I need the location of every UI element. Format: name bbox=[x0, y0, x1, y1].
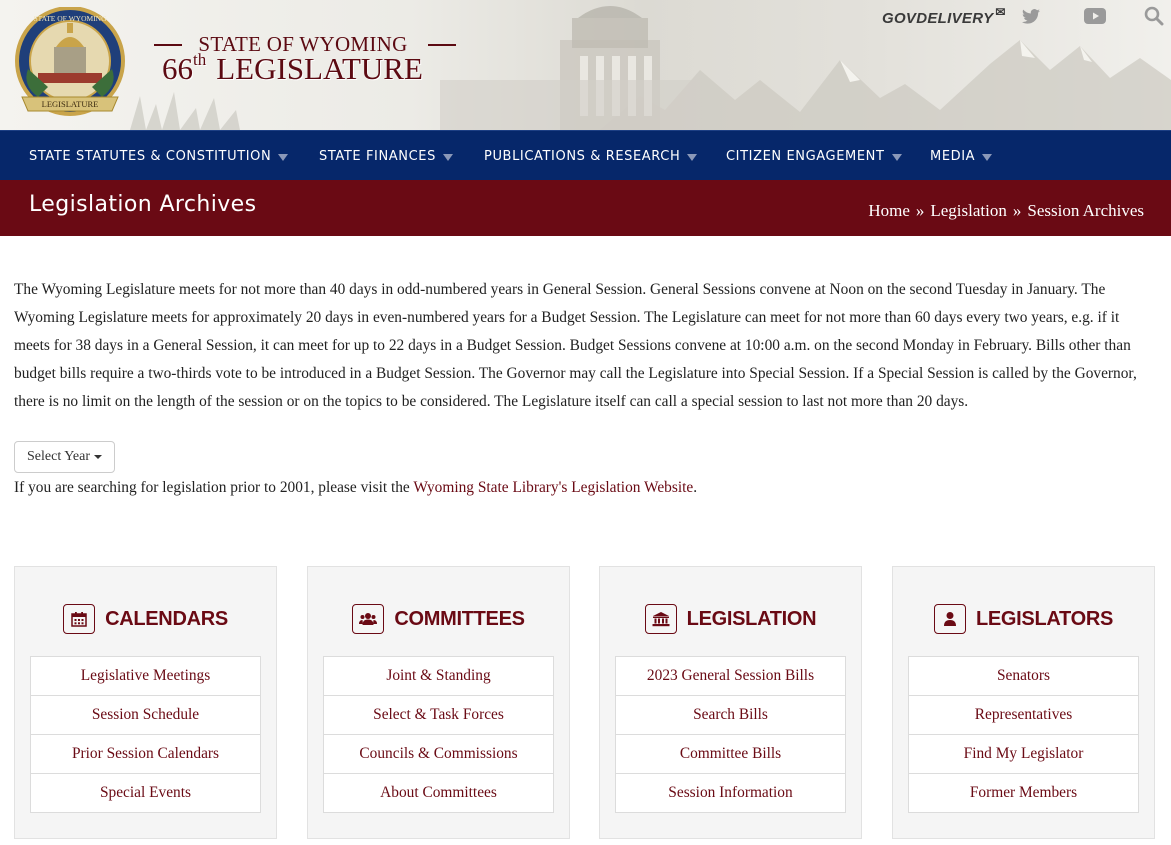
calendar-icon bbox=[63, 604, 96, 634]
capitol-building-icon bbox=[644, 604, 677, 634]
prior-note-text: If you are searching for legislation pri… bbox=[14, 479, 410, 496]
list-item[interactable]: Former Members bbox=[909, 773, 1138, 812]
nav-item-label: MEDIA bbox=[930, 148, 976, 164]
twitter-icon[interactable] bbox=[1018, 5, 1044, 27]
committees-card-header[interactable]: COMMITTEES bbox=[308, 603, 569, 635]
nav-item-label: STATE STATUTES & CONSTITUTION bbox=[29, 148, 272, 164]
nav-item-label: STATE FINANCES bbox=[319, 148, 436, 164]
main-navigation: STATE STATUTES & CONSTITUTION STATE FINA… bbox=[0, 130, 1171, 180]
svg-text:LEGISLATURE: LEGISLATURE bbox=[42, 99, 99, 109]
caret-down-icon bbox=[982, 153, 993, 161]
nav-item-citizen-engagement[interactable]: CITIZEN ENGAGEMENT bbox=[726, 131, 902, 181]
search-icon[interactable] bbox=[1141, 5, 1167, 27]
calendars-card: CALENDARS Legislative Meetings Session S… bbox=[14, 566, 277, 839]
card-title: LEGISLATION bbox=[686, 607, 817, 630]
legislators-card-header[interactable]: LEGISLATORS bbox=[893, 603, 1154, 635]
breadcrumb-separator: » bbox=[1012, 201, 1022, 220]
nav-item-statutes[interactable]: STATE STATUTES & CONSTITUTION bbox=[29, 131, 289, 181]
list-item[interactable]: About Committees bbox=[324, 773, 553, 812]
committees-card: COMMITTEES Joint & Standing Select & Tas… bbox=[307, 566, 570, 839]
govdelivery-label: GOVDELIVERY bbox=[882, 9, 994, 27]
list-item[interactable]: Senators bbox=[909, 657, 1138, 695]
nav-item-label: CITIZEN ENGAGEMENT bbox=[726, 148, 885, 164]
legislation-link-list: 2023 General Session Bills Search Bills … bbox=[615, 656, 846, 813]
calendars-link-list: Legislative Meetings Session Schedule Pr… bbox=[30, 656, 261, 813]
legislation-card: LEGISLATION 2023 General Session Bills S… bbox=[599, 566, 862, 839]
list-item[interactable]: Session Schedule bbox=[31, 695, 260, 734]
breadcrumb: Home » Legislation » Session Archives bbox=[868, 201, 1144, 221]
card-title: COMMITTEES bbox=[394, 607, 525, 630]
nav-item-label: PUBLICATIONS & RESEARCH bbox=[484, 148, 681, 164]
list-item[interactable]: Search Bills bbox=[616, 695, 845, 734]
caret-down-icon bbox=[278, 153, 289, 161]
list-item[interactable]: Committee Bills bbox=[616, 734, 845, 773]
legislature-number-suffix: th bbox=[193, 50, 207, 69]
list-item[interactable]: Special Events bbox=[31, 773, 260, 812]
legislature-number: 66 bbox=[162, 51, 193, 86]
site-title-line2: 66th LEGISLATURE bbox=[162, 50, 423, 87]
list-item[interactable]: Legislative Meetings bbox=[31, 657, 260, 695]
list-item[interactable]: Representatives bbox=[909, 695, 1138, 734]
svg-text:STATE OF WYOMING: STATE OF WYOMING bbox=[33, 14, 107, 23]
list-item[interactable]: Prior Session Calendars bbox=[31, 734, 260, 773]
legislature-seal-logo[interactable]: LEGISLATURE STATE OF WYOMING bbox=[8, 7, 132, 119]
site-header: LEGISLATURE STATE OF WYOMING STATE OF WY… bbox=[0, 0, 1171, 130]
caret-down-icon bbox=[442, 153, 453, 161]
caret-down-icon bbox=[687, 153, 698, 161]
youtube-icon[interactable] bbox=[1082, 5, 1108, 27]
prior-note-end: . bbox=[693, 479, 698, 496]
user-icon bbox=[933, 604, 966, 634]
intro-paragraph: The Wyoming Legislature meets for not mo… bbox=[14, 281, 1137, 410]
card-title: CALENDARS bbox=[105, 607, 228, 630]
card-title: LEGISLATORS bbox=[975, 607, 1114, 630]
page-title: Legislation Archives bbox=[29, 192, 257, 217]
site-title[interactable]: STATE OF WYOMING 66th LEGISLATURE bbox=[152, 28, 457, 90]
legislators-card: LEGISLATORS Senators Representatives Fin… bbox=[892, 566, 1155, 839]
list-item[interactable]: Councils & Commissions bbox=[324, 734, 553, 773]
page-title-bar: Legislation Archives Home » Legislation … bbox=[0, 180, 1171, 236]
list-item[interactable]: Select & Task Forces bbox=[324, 695, 553, 734]
select-year-dropdown[interactable]: Select Year bbox=[14, 441, 115, 473]
users-icon bbox=[352, 604, 385, 634]
nav-item-publications[interactable]: PUBLICATIONS & RESEARCH bbox=[484, 131, 698, 181]
breadcrumb-home[interactable]: Home bbox=[868, 201, 910, 221]
select-year-label: Select Year bbox=[27, 449, 90, 464]
legislators-link-list: Senators Representatives Find My Legisla… bbox=[908, 656, 1139, 813]
nav-item-state-finances[interactable]: STATE FINANCES bbox=[319, 131, 453, 181]
nav-item-media[interactable]: MEDIA bbox=[930, 131, 993, 181]
calendars-card-header[interactable]: CALENDARS bbox=[15, 603, 276, 635]
state-library-link[interactable]: Wyoming State Library's Legislation Webs… bbox=[413, 479, 693, 496]
list-item[interactable]: 2023 General Session Bills bbox=[616, 657, 845, 695]
list-item[interactable]: Session Information bbox=[616, 773, 845, 812]
breadcrumb-legislation[interactable]: Legislation bbox=[930, 201, 1006, 221]
committees-link-list: Joint & Standing Select & Task Forces Co… bbox=[323, 656, 554, 813]
caret-down-icon bbox=[891, 153, 902, 161]
caret-down-icon bbox=[94, 455, 102, 459]
breadcrumb-session-archives: Session Archives bbox=[1027, 201, 1144, 220]
envelope-icon: ✉ bbox=[995, 5, 1006, 19]
legislation-card-header[interactable]: LEGISLATION bbox=[600, 603, 861, 635]
list-item[interactable]: Joint & Standing bbox=[324, 657, 553, 695]
breadcrumb-separator: » bbox=[915, 201, 925, 220]
govdelivery-link[interactable]: GOVDELIVERY ✉ bbox=[882, 4, 1006, 32]
legislature-word: LEGISLATURE bbox=[216, 51, 423, 86]
prior-legislation-note: If you are searching for legislation pri… bbox=[14, 477, 697, 499]
list-item[interactable]: Find My Legislator bbox=[909, 734, 1138, 773]
